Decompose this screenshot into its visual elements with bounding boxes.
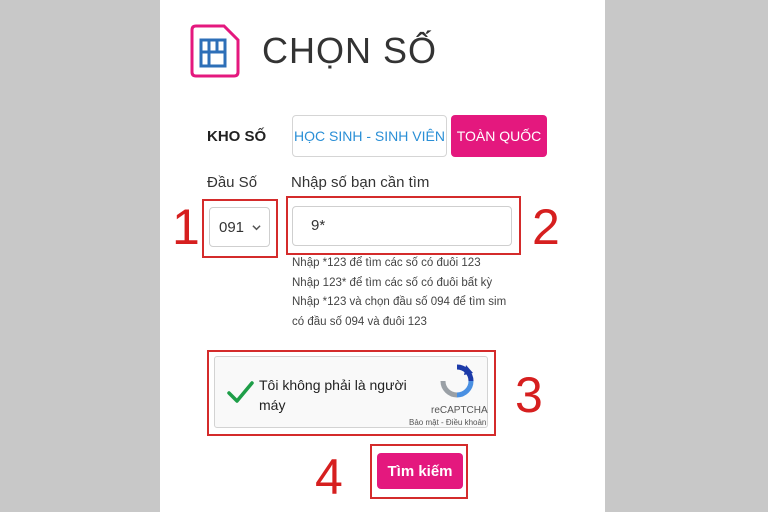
captcha-label: Tôi không phải là người máy: [259, 377, 407, 413]
sim-card-icon: [190, 24, 240, 78]
recaptcha-terms-link[interactable]: Bảo mật - Điều khoản: [409, 418, 486, 427]
page-title: CHỌN SỐ: [262, 30, 438, 71]
hint-line: có đầu số 094 và đuôi 123: [292, 315, 427, 328]
search-label: Nhập số bạn cần tìm: [291, 174, 430, 191]
search-button[interactable]: Tìm kiếm: [377, 453, 463, 489]
annotation-box-2: [286, 196, 521, 255]
search-hints: Nhập *123 để tìm các số có đuôi 123 Nhập…: [292, 254, 506, 332]
annotation-number-2: 2: [532, 199, 560, 255]
hint-line: Nhập *123 và chọn đầu số 094 để tìm sim: [292, 296, 507, 308]
prefix-label: Đầu Số: [207, 174, 258, 191]
annotation-number-1: 1: [172, 199, 200, 255]
annotation-number-3: 3: [515, 367, 543, 423]
recaptcha-brand: reCAPTCHA: [431, 405, 488, 416]
recaptcha-logo-icon: [440, 364, 474, 398]
hint-line: Nhập 123* để tìm các số có đuôi bất kỳ: [292, 276, 493, 289]
tab-toan-quoc[interactable]: TOÀN QUỐC: [451, 115, 547, 157]
recaptcha-widget: Tôi không phải là người máy reCAPTCHA Bả…: [214, 356, 488, 428]
hint-line: Nhập *123 để tìm các số có đuôi 123: [292, 257, 481, 269]
checkmark-icon[interactable]: [225, 377, 255, 407]
annotation-number-4: 4: [315, 449, 343, 505]
annotation-box-1: [202, 199, 278, 258]
tab-hoc-sinh-sinh-vien[interactable]: HỌC SINH - SINH VIÊN: [292, 115, 447, 157]
kho-so-label: KHO SỐ: [207, 128, 267, 145]
